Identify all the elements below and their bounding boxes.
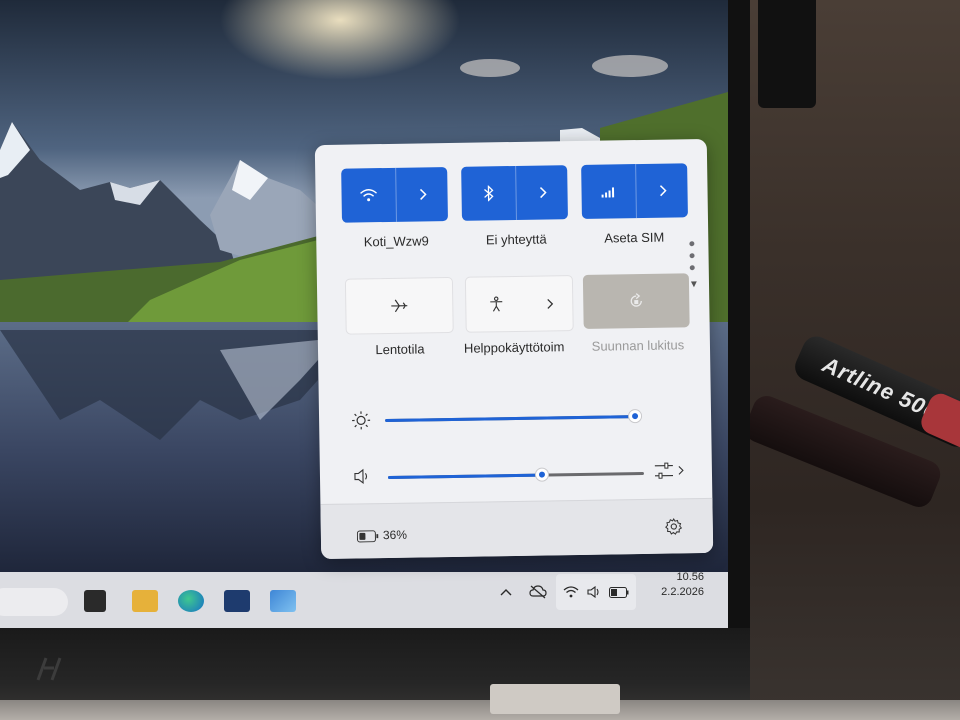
battery-icon	[609, 586, 629, 598]
bluetooth-label: Ei yhteyttä	[485, 231, 547, 248]
cellular-tile[interactable]	[581, 163, 688, 219]
rotation-lock-toggle[interactable]	[583, 273, 690, 329]
speaker-icon	[587, 586, 599, 598]
wifi-label: Koti_Wzw9	[363, 233, 429, 250]
remote-desktop-icon[interactable]	[270, 590, 296, 612]
wifi-expand-button[interactable]	[396, 167, 448, 222]
brightness-slider-fill	[385, 415, 636, 423]
clock-time: 10.56	[676, 571, 704, 583]
bluetooth-icon	[484, 185, 494, 202]
chevron-right-icon	[659, 185, 667, 197]
speaker-icon[interactable]	[354, 468, 372, 489]
rotation-lock-icon	[630, 293, 642, 307]
wifi-toggle[interactable]	[341, 167, 397, 223]
laptop-logo	[30, 654, 70, 692]
page-indicator-dot[interactable]	[689, 253, 695, 259]
battery-icon[interactable]	[356, 529, 379, 547]
chevron-right-icon	[546, 298, 553, 309]
page-down-icon[interactable]: ▼	[689, 279, 699, 290]
audio-output-selector-button[interactable]	[654, 461, 684, 479]
accessibility-expand-button[interactable]	[526, 276, 573, 331]
cellular-toggle[interactable]	[581, 164, 637, 219]
chevron-up-icon[interactable]	[496, 574, 516, 610]
airplane-icon	[391, 299, 408, 313]
taskbar-clock[interactable]: 10.56 2.2.2026	[644, 570, 704, 600]
laptop-screen: 10.56 2.2.2026 Koti_Wzw9 Ei yhteyttä Ase…	[0, 0, 728, 628]
folder-icon[interactable]	[132, 590, 158, 612]
chevron-right-icon	[678, 466, 684, 475]
battery-percentage[interactable]: 36%	[383, 528, 407, 542]
page-indicator-dot[interactable]	[689, 265, 695, 271]
airplane-toggle[interactable]	[346, 278, 453, 334]
audio-mixer-icon	[654, 462, 674, 479]
tray-network-volume-battery[interactable]	[556, 574, 636, 610]
volume-slider-fill	[387, 473, 542, 479]
quick-settings-footer	[320, 497, 714, 560]
accessibility-toggle[interactable]	[466, 277, 527, 332]
accessibility-icon	[490, 296, 503, 312]
camera-block	[758, 0, 816, 108]
airplane-mode-label: Lentotila	[375, 341, 425, 358]
wifi-icon	[360, 189, 377, 202]
rotation-lock-label: Suunnan lukitus	[591, 337, 685, 354]
volume-slider-thumb[interactable]	[534, 467, 549, 482]
accessibility-label: Helppokäyttötoim	[463, 339, 565, 356]
edge-browser-icon[interactable]	[178, 590, 204, 612]
screen-bezel-right	[728, 0, 750, 650]
rotation-lock-tile[interactable]	[582, 273, 690, 329]
taskbar-search-box[interactable]	[0, 588, 68, 616]
page-indicator-dot[interactable]	[689, 241, 695, 247]
volume-slider[interactable]	[387, 471, 644, 479]
bluetooth-tile[interactable]	[461, 165, 568, 221]
bluetooth-toggle[interactable]	[461, 165, 517, 221]
bluetooth-expand-button[interactable]	[516, 165, 568, 220]
wifi-icon	[563, 586, 579, 598]
quick-settings-panel: Koti_Wzw9 Ei yhteyttä Aseta SIM ▼ Lentot…	[314, 138, 714, 560]
cellular-expand-button[interactable]	[636, 163, 688, 218]
cellular-label: Aseta SIM	[604, 229, 665, 246]
store-icon[interactable]	[224, 590, 250, 612]
clock-date: 2.2.2026	[661, 586, 704, 598]
gear-icon[interactable]	[665, 517, 683, 540]
wifi-tile[interactable]	[341, 167, 448, 223]
brightness-slider[interactable]	[385, 415, 636, 423]
cloud-offline-icon[interactable]	[526, 574, 550, 610]
brightness-icon	[351, 410, 371, 435]
laptop-hinge	[490, 684, 620, 714]
accessibility-tile[interactable]	[464, 275, 574, 333]
cellular-signal-icon	[601, 187, 615, 198]
airplane-mode-tile[interactable]	[344, 276, 454, 335]
chevron-right-icon	[539, 187, 547, 199]
file-explorer-icon[interactable]	[84, 590, 106, 612]
chevron-right-icon	[419, 188, 427, 200]
brightness-slider-thumb[interactable]	[627, 408, 643, 424]
laptop-body-edge	[0, 700, 960, 720]
